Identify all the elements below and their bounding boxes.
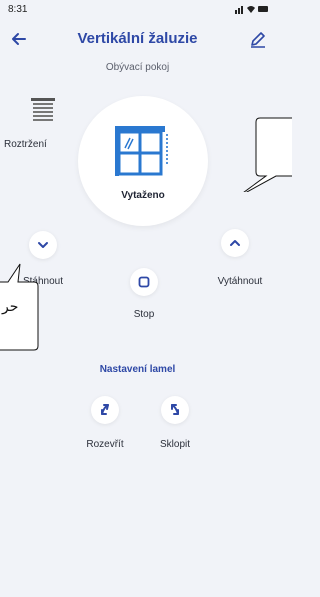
page-title: Vertikální žaluzie: [77, 30, 198, 47]
device-state-label: Vytaženo: [121, 190, 165, 201]
rotate-open-icon: [101, 404, 109, 415]
tilt-lamels-label: Sklopit: [159, 439, 190, 450]
callout-bubble-right: [243, 117, 292, 192]
up-button[interactable]: [221, 229, 249, 257]
chevron-up-icon: [230, 240, 240, 246]
tilt-lamels-button[interactable]: [161, 396, 189, 424]
down-button[interactable]: [29, 231, 57, 259]
room-subtitle: Obývací pokoj: [105, 62, 170, 73]
roztrzeni-label[interactable]: Roztržení: [4, 139, 47, 150]
stop-label: Stop: [133, 309, 155, 320]
callout-text: حر: [2, 298, 19, 314]
window-blinds-icon: [115, 126, 168, 176]
open-lamels-button[interactable]: [91, 396, 119, 424]
system-status-icons: [235, 6, 268, 14]
edit-pencil-icon[interactable]: [247, 28, 269, 50]
stop-button[interactable]: [130, 268, 158, 296]
stop-square-icon: [138, 276, 150, 288]
status-time: 8:31: [8, 4, 28, 15]
app-header: Vertikální žaluzie: [0, 22, 275, 62]
rotate-tilt-icon: [171, 404, 179, 415]
status-bar: 8:31: [0, 0, 275, 18]
open-lamels-label: Rozevřít: [86, 439, 124, 450]
blinds-icon[interactable]: [28, 95, 58, 125]
lamel-settings-title: Nastavení lamel: [99, 364, 176, 375]
device-state-panel: Vytaženo: [78, 96, 208, 226]
up-label: Vytáhnout: [217, 276, 263, 287]
chevron-down-icon: [38, 242, 48, 248]
